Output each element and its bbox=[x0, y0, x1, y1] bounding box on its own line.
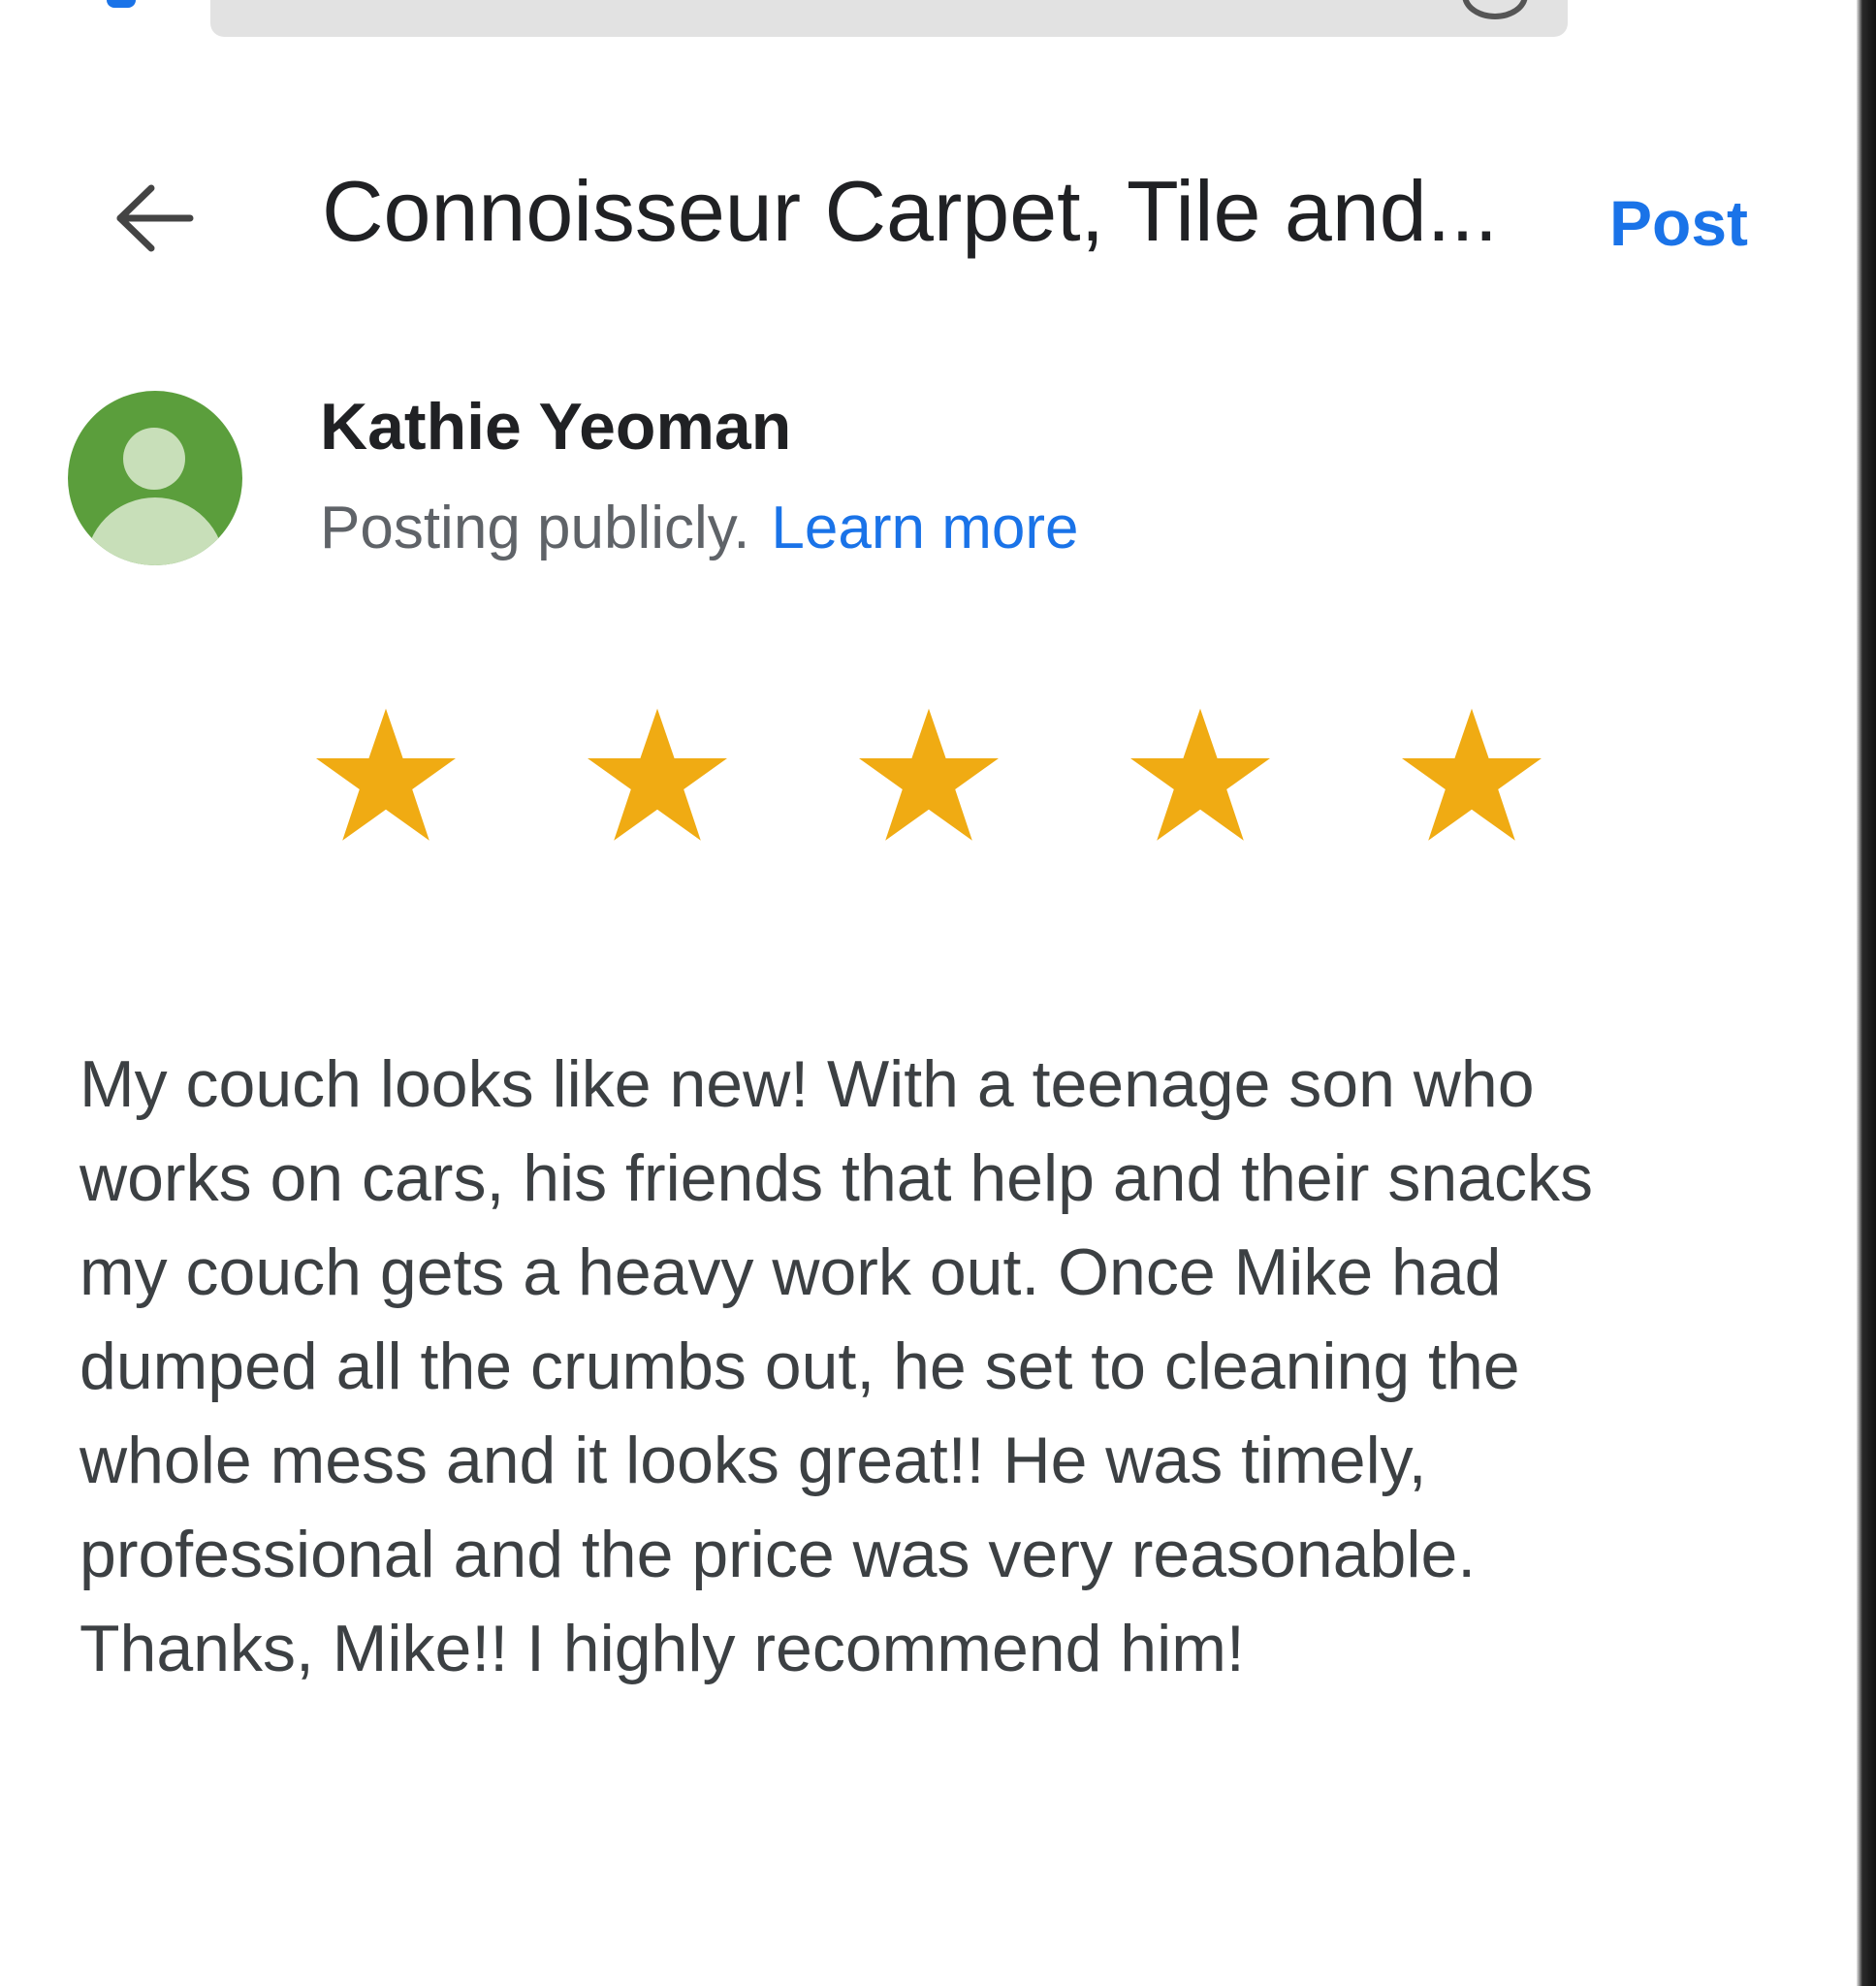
avatar bbox=[68, 391, 242, 565]
arrow-left-icon[interactable] bbox=[114, 184, 194, 252]
star-rating bbox=[308, 696, 1569, 851]
star-icon[interactable] bbox=[851, 696, 1006, 851]
review-text[interactable]: My couch looks like new! With a teenage … bbox=[79, 1038, 1786, 1696]
user-name: Kathie Yeoman bbox=[320, 390, 792, 464]
review-header: Connoisseur Carpet, Tile and... Post bbox=[0, 145, 1857, 272]
business-title: Connoisseur Carpet, Tile and... bbox=[322, 163, 1499, 259]
learn-more-link[interactable]: Learn more bbox=[771, 495, 1078, 561]
star-icon[interactable] bbox=[1123, 696, 1278, 851]
browser-toolbar bbox=[0, 0, 1857, 39]
browser-back-icon[interactable] bbox=[107, 0, 136, 8]
person-icon-head bbox=[123, 428, 185, 490]
person-icon-body bbox=[85, 497, 225, 565]
review-compose-screen: Connoisseur Carpet, Tile and... Post Kat… bbox=[0, 0, 1876, 1986]
address-bar[interactable] bbox=[210, 0, 1568, 37]
post-button[interactable]: Post bbox=[1609, 184, 1748, 262]
posting-visibility: Posting publicly. Learn more bbox=[320, 490, 1078, 567]
screen-edge bbox=[1857, 0, 1876, 1986]
posting-publicly-text: Posting publicly. bbox=[320, 495, 750, 561]
star-icon[interactable] bbox=[1394, 696, 1549, 851]
star-icon[interactable] bbox=[580, 696, 735, 851]
star-icon[interactable] bbox=[308, 696, 463, 851]
